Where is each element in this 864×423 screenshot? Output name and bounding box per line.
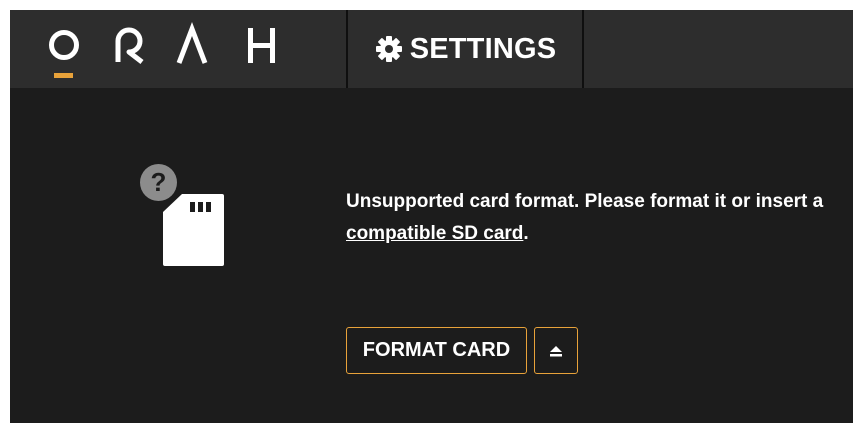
question-mark-glyph: ? [150,167,167,197]
tab-divider [582,10,584,88]
message-end: . [523,223,529,244]
unsupported-card-message: Unsupported card format. Please format i… [346,186,836,250]
top-bar: SETTINGS [10,10,853,88]
orah-logo [10,10,346,88]
gear-icon [374,34,404,64]
settings-tab-label: SETTINGS [409,32,557,65]
orah-logo-mark [49,21,275,78]
eject-icon [550,345,562,356]
logo-accent-bar [54,73,73,78]
app-window: SETTINGS ? Unsupported card format. Plea… [10,10,853,423]
question-mark-icon: ? [140,164,177,201]
eject-button[interactable] [534,327,578,374]
format-card-button[interactable]: FORMAT CARD [346,327,527,374]
message-text: Unsupported card format. Please format i… [346,191,824,212]
main-panel: ? Unsupported card format. Please format… [10,88,853,423]
compatible-sd-card-link[interactable]: compatible SD card [346,223,523,244]
tab-settings[interactable]: SETTINGS [348,10,582,88]
card-illustration: ? [140,164,230,274]
